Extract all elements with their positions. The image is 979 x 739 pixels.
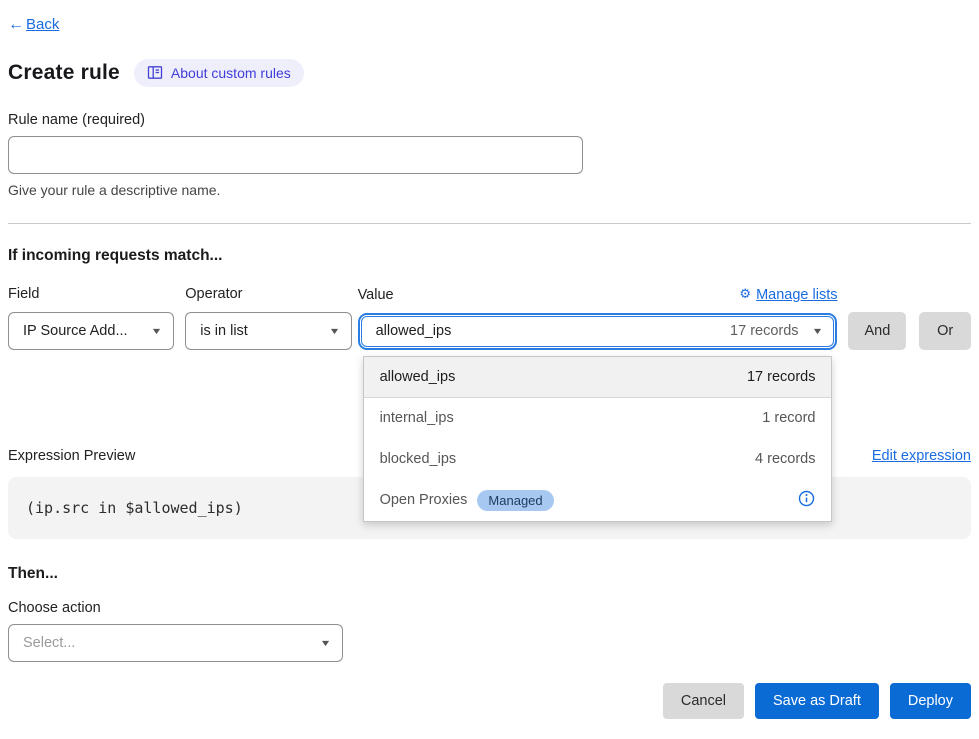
about-badge-label: About custom rules xyxy=(171,65,291,81)
value-select-meta: 17 records xyxy=(730,323,799,339)
rule-name-label: Rule name (required) xyxy=(8,112,971,128)
list-option-blocked-ips[interactable]: blocked_ips 4 records xyxy=(364,439,832,480)
list-dropdown-menu: allowed_ips 17 records internal_ips 1 re… xyxy=(363,356,833,522)
choose-action-label: Choose action xyxy=(8,600,971,616)
gear-icon: ⚙ xyxy=(739,288,751,301)
manage-lists-link[interactable]: ⚙ Manage lists xyxy=(739,287,837,303)
chevron-down-icon: ▼ xyxy=(328,326,340,336)
create-rule-page: ←Back Create rule About custom rules Rul… xyxy=(0,0,979,739)
list-option-label: Open Proxies xyxy=(380,492,468,508)
rule-name-help-text: Give your rule a descriptive name. xyxy=(8,182,971,198)
chevron-down-icon: ▼ xyxy=(320,638,332,648)
deploy-button[interactable]: Deploy xyxy=(890,683,971,719)
edit-expression-link[interactable]: Edit expression xyxy=(872,448,971,464)
then-section-heading: Then... xyxy=(8,565,971,583)
footer-actions: Cancel Save as Draft Deploy xyxy=(8,683,971,719)
match-section-heading: If incoming requests match... xyxy=(8,247,971,265)
rule-name-input[interactable] xyxy=(8,136,583,174)
list-option-meta: 17 records xyxy=(747,369,816,385)
page-title: Create rule xyxy=(8,61,120,85)
save-as-draft-button[interactable]: Save as Draft xyxy=(755,683,879,719)
heading-row: Create rule About custom rules xyxy=(8,59,971,87)
operator-label: Operator xyxy=(185,286,242,302)
back-link[interactable]: ←Back xyxy=(8,16,59,33)
list-option-label: blocked_ips xyxy=(380,451,457,467)
condition-row: Field IP Source Add... ▼ Operator is in … xyxy=(8,286,971,350)
operator-column: Operator is in list ▼ xyxy=(185,286,351,350)
back-link-label: Back xyxy=(26,16,59,33)
list-option-label: allowed_ips xyxy=(380,369,456,385)
field-column: Field IP Source Add... ▼ xyxy=(8,286,174,350)
field-select[interactable]: IP Source Add... ▼ xyxy=(8,312,174,350)
value-label: Value xyxy=(358,287,394,303)
list-option-label: internal_ips xyxy=(380,410,454,426)
list-option-internal-ips[interactable]: internal_ips 1 record xyxy=(364,398,832,439)
list-option-allowed-ips[interactable]: allowed_ips 17 records xyxy=(364,357,832,398)
chevron-down-icon: ▼ xyxy=(811,326,823,336)
value-select-value: allowed_ips xyxy=(376,323,452,339)
cancel-button[interactable]: Cancel xyxy=(663,683,744,719)
expression-code: (ip.src in $allowed_ips) xyxy=(26,499,243,517)
chevron-down-icon: ▼ xyxy=(151,326,163,336)
or-button[interactable]: Or xyxy=(919,312,971,350)
field-label: Field xyxy=(8,286,39,302)
and-button[interactable]: And xyxy=(848,312,906,350)
list-option-meta: 4 records xyxy=(755,451,815,467)
expression-preview-label: Expression Preview xyxy=(8,448,135,464)
value-select-focus-ring: allowed_ips 17 records ▼ allowed_ips 17 … xyxy=(358,313,838,350)
about-custom-rules-badge[interactable]: About custom rules xyxy=(134,59,304,87)
value-select[interactable]: allowed_ips 17 records ▼ xyxy=(361,316,835,347)
action-select-placeholder: Select... xyxy=(23,635,75,651)
info-icon[interactable] xyxy=(798,490,815,511)
field-select-value: IP Source Add... xyxy=(23,323,128,339)
operator-select[interactable]: is in list ▼ xyxy=(185,312,351,350)
managed-badge: Managed xyxy=(477,490,553,511)
manage-lists-label: Manage lists xyxy=(756,287,837,303)
section-divider xyxy=(8,223,971,224)
list-option-meta: 1 record xyxy=(762,410,815,426)
value-column: Value ⚙ Manage lists allowed_ips 17 reco… xyxy=(358,287,838,350)
list-option-open-proxies[interactable]: Open Proxies Managed xyxy=(364,480,832,521)
operator-select-value: is in list xyxy=(200,323,248,339)
back-arrow-icon: ← xyxy=(8,17,24,33)
book-icon xyxy=(147,65,163,80)
action-select[interactable]: Select... ▼ xyxy=(8,624,343,662)
